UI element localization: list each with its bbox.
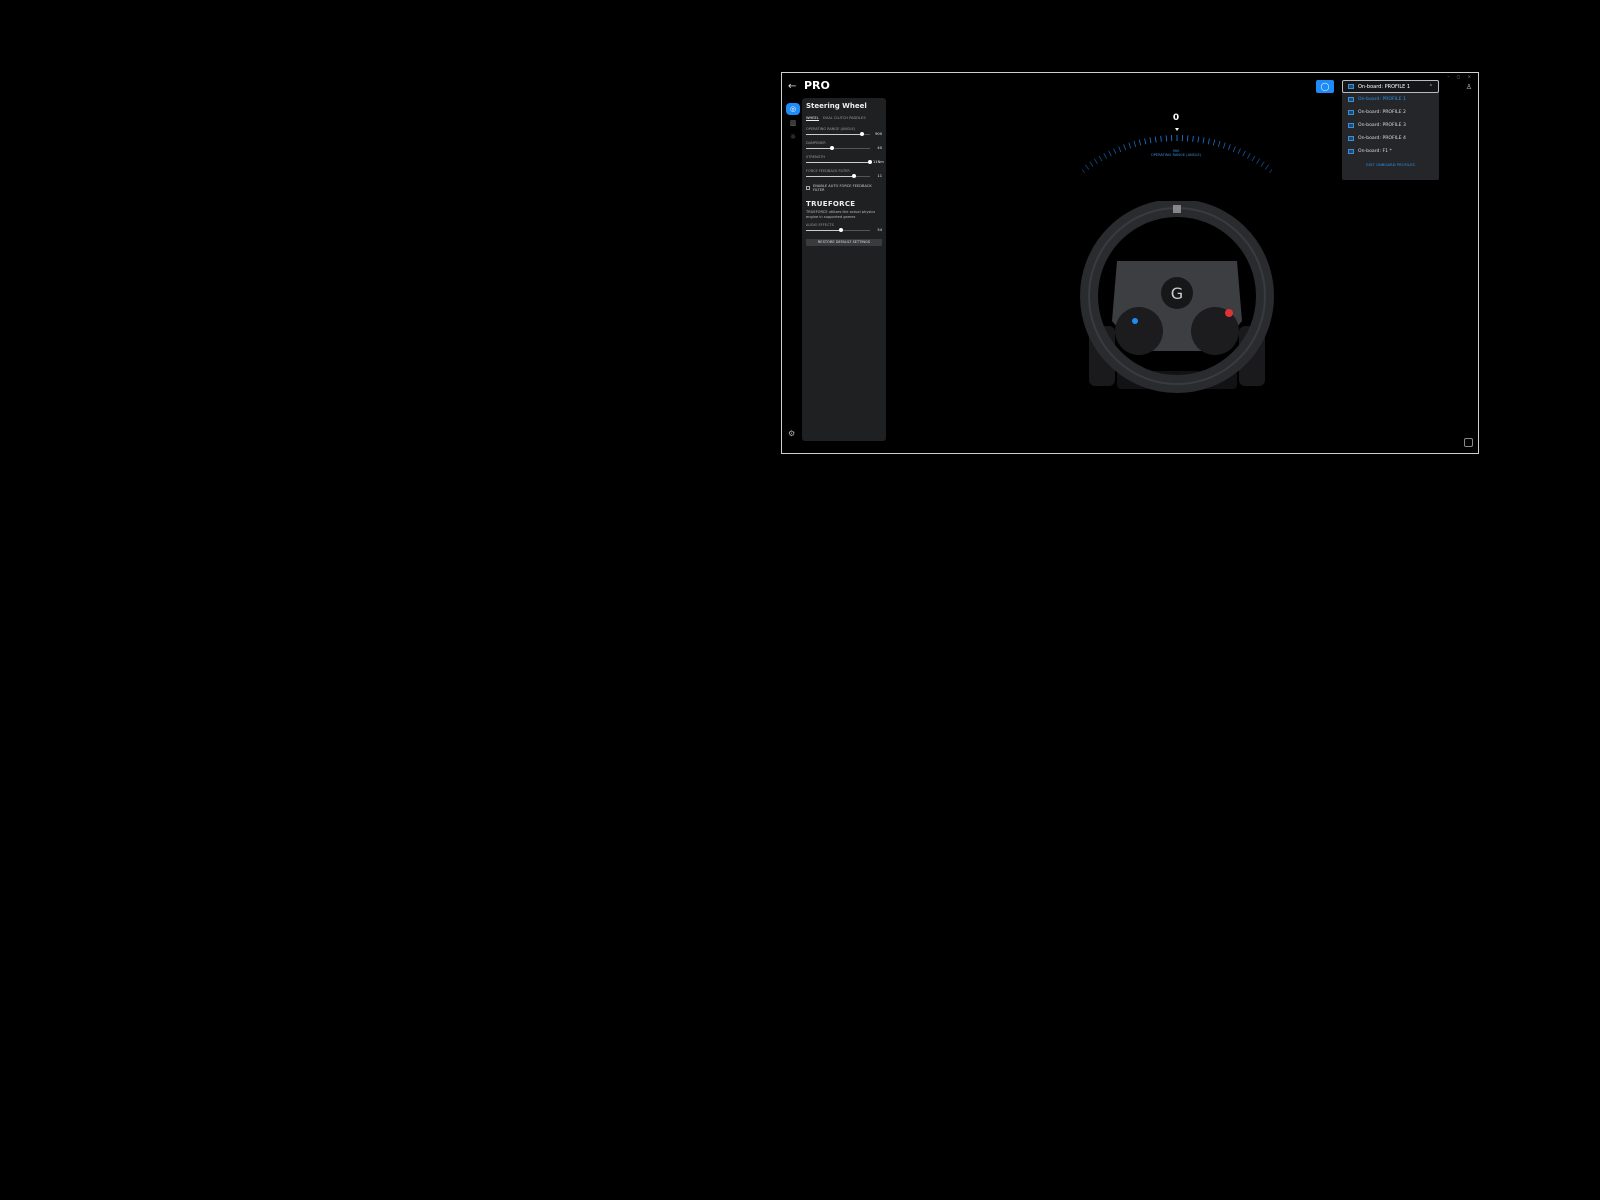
profile-dropdown[interactable]: On-board: PROFILE 1 ⌃ On-board: PROFILE 1… [1342,80,1439,180]
chevron-up-icon: ⌃ [1428,83,1433,90]
checkbox-label: ENABLE AUTO FORCE FEEDBACK FILTER [812,184,872,192]
profile-name: On-board: F1 * [1358,149,1392,154]
selected-profile: On-board: PROFILE 1 [1358,83,1411,90]
gauge-tick [1103,153,1107,159]
gauge-tick [1217,140,1221,147]
app-window: – ▢ × ← PRO ◎ ▥ ☼ ⚙ Steering Wheel WHEEL… [781,72,1479,454]
svg-text:G: G [1171,284,1183,303]
profile-name: On-board: PROFILE 1 [1358,97,1406,102]
gauge-tick [1128,142,1132,149]
audio-effects-value: 54 [877,228,882,232]
gauge-tick [1192,135,1194,142]
window-controls[interactable]: – ▢ × [1447,74,1474,79]
page-title: PRO [804,79,830,92]
slider-handle[interactable] [829,146,834,150]
gauge-tick [1160,135,1162,142]
checkbox-box[interactable] [806,186,810,190]
gear-icon[interactable]: ⚙ [788,429,795,438]
gauge-tick [1212,139,1216,146]
panel-title: Steering Wheel [806,102,867,110]
slider-value: 11 [877,174,882,178]
arrow-left-icon[interactable]: ← [788,81,796,92]
slider-value: 900 [875,132,882,136]
tab-wheel[interactable]: WHEEL [806,116,819,121]
steering-wheel-icon[interactable]: ◎ [786,103,800,115]
audio-effects-slider[interactable] [806,228,870,232]
profile-item[interactable]: On-board: PROFILE 4 [1342,132,1439,145]
gauge-tick [1264,164,1270,170]
profile-item[interactable]: On-board: PROFILE 2 [1342,106,1439,119]
brightness-icon[interactable]: ☼ [786,131,800,143]
auto-ffb-filter-checkbox[interactable]: ENABLE AUTO FORCE FEEDBACK FILTER [806,184,882,192]
profile-icon [1348,97,1354,102]
gauge-label: 900 OPERATING RANGE (ANGLE) [1116,149,1236,157]
slider-track[interactable] [806,174,870,178]
gauge-tick [1084,164,1090,170]
gauge-tick [1242,150,1246,157]
gauge-tick [1269,168,1272,174]
profile-icon [1348,149,1354,154]
gauge-tick [1089,161,1094,167]
gauge-tick [1197,136,1200,143]
gauge-tick [1082,168,1085,174]
steering-wheel-image: G [1080,201,1274,393]
settings-panel: Steering Wheel WHEEL DUAL CLUTCH PADDLES… [802,98,886,441]
gauge-tick [1202,137,1205,144]
slider-handle[interactable] [860,132,865,136]
profile-name: On-board: PROFILE 2 [1358,110,1406,115]
user-icon[interactable]: ♙ [1466,83,1472,91]
trueforce-description: TRUEFORCE utilizes the actual physics en… [806,210,876,219]
gauge-tick [1256,158,1261,165]
slider-handle[interactable] [852,174,856,178]
gauge-pointer-icon [1175,128,1179,131]
gauge-tick [1108,150,1112,157]
slider-track[interactable] [806,160,872,164]
gauge-tick [1133,140,1137,147]
gauge-tick [1154,136,1157,143]
slider-handle[interactable] [868,160,872,164]
gauge-tick [1251,155,1256,162]
slider-value: 11Nm [873,160,884,164]
gauge-tick [1237,148,1241,155]
profile-icon [1348,136,1354,141]
slider-track[interactable] [806,146,870,150]
gauge-tick [1260,161,1265,167]
gauge-tick [1149,137,1152,144]
profile-icon [1348,110,1354,115]
profile-name: On-board: PROFILE 3 [1358,123,1406,128]
restore-defaults-button[interactable]: RESTORE DEFAULT SETTINGS [806,239,882,246]
gauge-tick [1222,142,1226,149]
gauge-tick [1093,158,1098,165]
tab-dual-clutch-paddles[interactable]: DUAL CLUTCH PADDLES [823,116,866,121]
profile-select[interactable]: On-board: PROFILE 1 ⌃ [1342,80,1439,93]
profile-name: On-board: PROFILE 4 [1358,136,1406,141]
gauge-caption: OPERATING RANGE (ANGLE) [1150,153,1202,157]
profile-item[interactable]: On-board: PROFILE 1 [1342,93,1439,106]
profile-item[interactable]: On-board: PROFILE 3 [1342,119,1439,132]
pedals-icon[interactable]: ▥ [786,117,800,129]
wheel-settings-icon[interactable] [1464,438,1473,447]
gauge-tick [1098,155,1103,162]
profile-item[interactable]: On-board: F1 * [1342,145,1439,158]
profile-icon [1348,123,1354,128]
sync-button[interactable]: ◯ [1316,80,1334,93]
gauge-tick [1207,138,1210,145]
profile-icon [1348,84,1354,89]
trueforce-logo: TRUEFORCE [806,200,856,208]
gauge-tick [1144,138,1147,145]
slider-value: 40 [877,146,882,150]
gauge-tick [1247,153,1251,159]
slider-track[interactable] [806,132,870,136]
gauge-tick [1138,139,1142,146]
edit-profiles-link[interactable]: EDIT ONBOARD PROFILES [1342,162,1439,167]
